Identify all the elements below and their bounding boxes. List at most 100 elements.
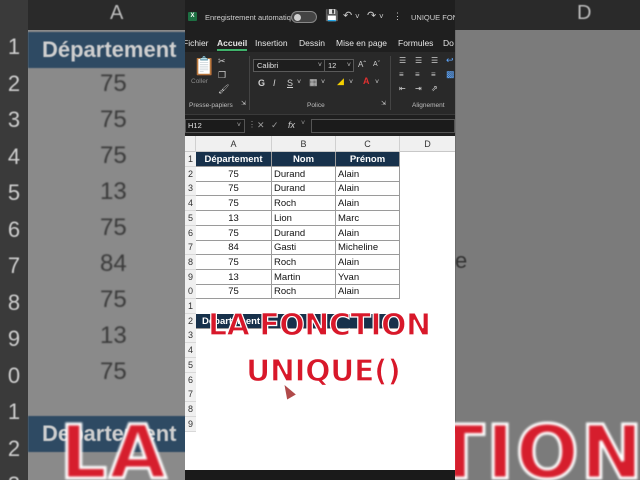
orientation-icon[interactable]: ⇗ [431,84,438,93]
table-cell[interactable]: Alain [336,284,400,300]
table-cell[interactable]: Roch [272,284,336,300]
row-header[interactable]: 7 [185,240,196,256]
table-header-cell[interactable]: Département [196,152,272,167]
insert-function-button[interactable]: fx [288,120,295,130]
cut-icon[interactable]: ✂ [218,56,226,67]
font-name-select[interactable]: Calibri ˅ [253,59,325,72]
copy-icon[interactable]: ❐ [218,70,226,81]
table-cell[interactable]: 75 [196,254,272,270]
decrease-indent-icon[interactable]: ⇤ [399,84,406,93]
font-color-dropdown-icon[interactable]: ˅ [375,79,379,86]
formula-input[interactable] [311,119,455,133]
align-top-icon[interactable]: ☰ [399,56,406,65]
menu-dessin[interactable]: Dessin [299,38,325,48]
font-size-select[interactable]: 12 ˅ [324,59,354,72]
borders-dropdown-icon[interactable]: ˅ [321,79,325,86]
row-header[interactable]: 5 [185,210,196,226]
redo-dropdown-icon[interactable]: ˅ [379,12,384,21]
font-color-icon[interactable]: A [363,76,370,86]
increase-font-icon[interactable]: Aˆ [358,60,366,69]
table-cell[interactable]: Alain [336,196,400,212]
table-cell[interactable]: Alain [336,166,400,182]
row-header[interactable]: 1 [185,299,196,314]
table-cell[interactable]: Lion [272,210,336,226]
row-header[interactable]: 7 [185,387,196,403]
column-header-d[interactable]: D [400,136,455,152]
table-cell[interactable]: Durand [272,166,336,182]
table-cell[interactable]: Roch [272,254,336,270]
menu-accueil[interactable]: Accueil [217,38,248,51]
enter-icon[interactable]: ✓ [271,120,279,131]
table-cell[interactable]: 84 [196,240,272,256]
table-cell[interactable]: Alain [336,254,400,270]
table-cell[interactable]: Durand [272,225,336,241]
autosave-toggle[interactable] [291,11,317,23]
wrap-text-icon[interactable]: ↩ [446,55,454,66]
italic-button[interactable]: I [273,78,276,88]
format-painter-icon[interactable]: 🖌 [218,84,229,95]
undo-icon[interactable]: ↶ [343,9,352,22]
select-all-corner[interactable] [185,136,196,152]
menu-insertion[interactable]: Insertion [255,38,288,48]
row-header[interactable]: 3 [185,328,196,344]
column-header-a[interactable]: A [196,136,272,152]
row-header[interactable]: 9 [185,269,196,285]
increase-indent-icon[interactable]: ⇥ [415,84,422,93]
fx-dropdown-icon[interactable]: ˅ [301,120,305,127]
menu-formules[interactable]: Formules [398,38,433,48]
table-cell[interactable]: 13 [196,210,272,226]
paste-label[interactable]: Coller [191,78,208,85]
customize-toolbar-icon[interactable]: ⋮ [393,11,402,22]
underline-dropdown-icon[interactable]: ˅ [297,79,301,86]
align-right-icon[interactable]: ≡ [431,70,436,79]
row-header[interactable]: 4 [185,343,196,359]
table-cell[interactable]: Martin [272,269,336,285]
table-header-cell[interactable]: Nom [272,152,336,167]
row-header[interactable]: 2 [185,166,196,182]
row-header[interactable]: 5 [185,357,196,373]
row-header[interactable]: 2 [185,313,196,329]
borders-icon[interactable]: ▦ [309,77,318,88]
cancel-icon[interactable]: ✕ [257,120,265,131]
table-cell[interactable]: 75 [196,166,272,182]
clipboard-launcher-icon[interactable]: ⇲ [241,100,246,107]
table-cell[interactable]: Alain [336,225,400,241]
row-header[interactable]: 9 [185,416,196,432]
align-center-icon[interactable]: ≡ [415,70,420,79]
more-options-icon[interactable]: ⋮ [248,120,256,129]
table-cell[interactable]: Yvan [336,269,400,285]
save-icon[interactable]: 💾 [325,9,339,22]
paste-icon[interactable]: 📋 [193,56,215,77]
row-header[interactable]: 1 [185,152,196,167]
align-bottom-icon[interactable]: ☰ [431,56,438,65]
row-header[interactable]: 8 [185,401,196,417]
bold-button[interactable]: G [258,78,265,88]
fill-dropdown-icon[interactable]: ˅ [349,79,353,86]
table-cell[interactable]: 75 [196,196,272,212]
table-cell[interactable]: Roch [272,196,336,212]
menu-donnees[interactable]: Do [443,38,454,48]
row-header[interactable]: 3 [185,181,196,197]
decrease-font-icon[interactable]: Aˇ [373,61,380,68]
table-cell[interactable]: Durand [272,181,336,197]
table-cell[interactable]: 13 [196,269,272,285]
table-cell[interactable]: 75 [196,284,272,300]
row-header[interactable]: 6 [185,372,196,388]
row-header[interactable]: 6 [185,225,196,241]
merge-icon[interactable]: ▩ [446,69,455,80]
table-cell[interactable]: Alain [336,181,400,197]
column-header-b[interactable]: B [272,136,336,152]
font-launcher-icon[interactable]: ⇲ [381,100,386,107]
fill-color-icon[interactable]: ◢ [337,76,344,87]
align-left-icon[interactable]: ≡ [399,70,404,79]
table-cell[interactable]: Marc [336,210,400,226]
menu-mise-en-page[interactable]: Mise en page [336,38,387,48]
underline-button[interactable]: S [287,78,293,88]
table-header-cell[interactable]: Prénom [336,152,400,167]
table-cell[interactable]: Gasti [272,240,336,256]
redo-icon[interactable]: ↷ [367,9,376,22]
align-middle-icon[interactable]: ☰ [415,56,422,65]
menu-fichier[interactable]: Fichier [185,38,209,48]
row-header[interactable]: 8 [185,254,196,270]
table-cell[interactable]: Micheline [336,240,400,256]
